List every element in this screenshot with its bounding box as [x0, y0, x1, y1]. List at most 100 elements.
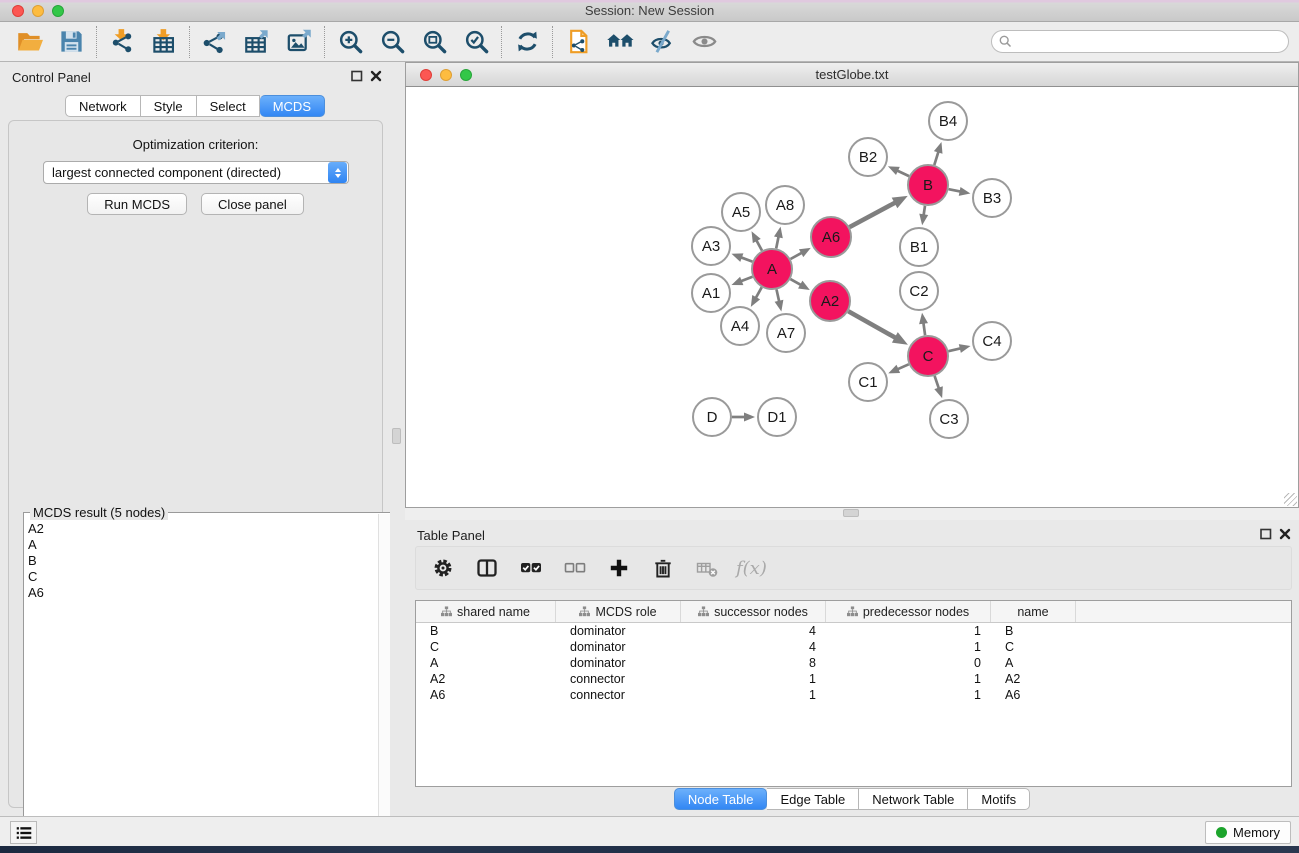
- zoom-out-button[interactable]: [371, 24, 413, 60]
- result-scrollbar[interactable]: [378, 514, 390, 853]
- node-D1[interactable]: D1: [758, 398, 796, 436]
- tab-network-table[interactable]: Network Table: [859, 788, 968, 810]
- node-C2[interactable]: C2: [900, 272, 938, 310]
- node-C1[interactable]: C1: [849, 363, 887, 401]
- vertical-splitter[interactable]: [390, 62, 405, 816]
- node-B1[interactable]: B1: [900, 228, 938, 266]
- node-A1[interactable]: A1: [692, 274, 730, 312]
- column-header-name[interactable]: name: [991, 601, 1076, 622]
- edge-A2-C[interactable]: [848, 311, 895, 338]
- network-from-file-button[interactable]: [557, 24, 599, 60]
- node-C[interactable]: C: [908, 336, 948, 376]
- close-panel-icon[interactable]: [370, 70, 382, 82]
- result-list-item[interactable]: C: [28, 569, 378, 585]
- result-list-item[interactable]: A6: [28, 585, 378, 601]
- tab-network[interactable]: Network: [65, 95, 141, 117]
- table-cell[interactable]: A6: [991, 688, 1076, 702]
- tab-select[interactable]: Select: [197, 95, 260, 117]
- edge-A-A6[interactable]: [791, 253, 803, 259]
- table-cell[interactable]: 1: [681, 688, 826, 702]
- table-cell[interactable]: A: [416, 656, 556, 670]
- tab-motifs[interactable]: Motifs: [968, 788, 1030, 810]
- node-B2[interactable]: B2: [849, 138, 887, 176]
- node-A2[interactable]: A2: [810, 281, 850, 321]
- edge-A-A7[interactable]: [777, 290, 780, 302]
- columns-button[interactable]: [472, 553, 502, 583]
- table-cell[interactable]: dominator: [556, 656, 681, 670]
- delete-column-button[interactable]: [648, 553, 678, 583]
- resize-corner-icon[interactable]: [1284, 493, 1297, 506]
- node-A3[interactable]: A3: [692, 227, 730, 265]
- zoom-in-button[interactable]: [329, 24, 371, 60]
- select-all-button[interactable]: [516, 553, 546, 583]
- home-button[interactable]: [599, 24, 641, 60]
- table-cell[interactable]: B: [416, 624, 556, 638]
- zoom-selected-button[interactable]: [455, 24, 497, 60]
- refresh-button[interactable]: [506, 24, 548, 60]
- node-C3[interactable]: C3: [930, 400, 968, 438]
- column-header-predecessor-nodes[interactable]: predecessor nodes: [826, 601, 991, 622]
- edge-A-A8[interactable]: [776, 236, 778, 248]
- run-mcds-button[interactable]: Run MCDS: [87, 193, 187, 215]
- export-network-button[interactable]: [194, 24, 236, 60]
- edge-A6-B[interactable]: [850, 203, 896, 228]
- node-A7[interactable]: A7: [767, 314, 805, 352]
- task-history-button[interactable]: [10, 821, 37, 844]
- edge-B-B3[interactable]: [949, 189, 961, 191]
- table-cell[interactable]: 4: [681, 624, 826, 638]
- import-network-button[interactable]: [101, 24, 143, 60]
- table-cell[interactable]: A: [991, 656, 1076, 670]
- edge-A-A5[interactable]: [756, 240, 762, 251]
- table-cell[interactable]: C: [416, 640, 556, 654]
- node-A8[interactable]: A8: [766, 186, 804, 224]
- table-cell[interactable]: 0: [826, 656, 991, 670]
- result-list-item[interactable]: A: [28, 537, 378, 553]
- edge-B-B4[interactable]: [934, 152, 938, 166]
- network-canvas[interactable]: A A1 A2 A3 A4 A5 A6 A7 A8 B B1 B2 B3 B4 …: [405, 87, 1299, 508]
- edge-B-B1[interactable]: [924, 206, 925, 216]
- table-cell[interactable]: A6: [416, 688, 556, 702]
- show-graphics-button[interactable]: [683, 24, 725, 60]
- table-cell[interactable]: 1: [681, 672, 826, 686]
- node-A6[interactable]: A6: [811, 217, 851, 257]
- hide-graphics-button[interactable]: [641, 24, 683, 60]
- table-cell[interactable]: connector: [556, 688, 681, 702]
- node-A5[interactable]: A5: [722, 193, 760, 231]
- result-list-item[interactable]: B: [28, 553, 378, 569]
- edge-C-C3[interactable]: [935, 376, 939, 389]
- vertical-splitter-grip[interactable]: [392, 428, 401, 444]
- table-cell[interactable]: 1: [826, 688, 991, 702]
- table-cell[interactable]: B: [991, 624, 1076, 638]
- memory-button[interactable]: Memory: [1205, 821, 1291, 844]
- edge-C-C4[interactable]: [948, 348, 960, 351]
- export-table-button[interactable]: [236, 24, 278, 60]
- node-D[interactable]: D: [693, 398, 731, 436]
- settings-button[interactable]: [428, 553, 458, 583]
- table-cell[interactable]: dominator: [556, 640, 681, 654]
- node-B[interactable]: B: [908, 165, 948, 205]
- node-A[interactable]: A: [752, 249, 792, 289]
- table-row[interactable]: Adominator80A: [416, 655, 1291, 671]
- network-window-titlebar[interactable]: testGlobe.txt: [405, 62, 1299, 87]
- table-cell[interactable]: 1: [826, 672, 991, 686]
- node-B4[interactable]: B4: [929, 102, 967, 140]
- edge-A-A2[interactable]: [790, 279, 801, 285]
- function-builder-button[interactable]: f(x): [736, 558, 767, 579]
- column-header-successor-nodes[interactable]: successor nodes: [681, 601, 826, 622]
- edge-A-A4[interactable]: [756, 287, 762, 298]
- import-table-button[interactable]: [143, 24, 185, 60]
- node-A4[interactable]: A4: [721, 307, 759, 345]
- table-cell[interactable]: A2: [991, 672, 1076, 686]
- horizontal-splitter[interactable]: [405, 508, 1299, 520]
- deselect-all-button[interactable]: [560, 553, 590, 583]
- table-cell[interactable]: dominator: [556, 624, 681, 638]
- table-row[interactable]: A2connector11A2: [416, 671, 1291, 687]
- table-cell[interactable]: A2: [416, 672, 556, 686]
- float-panel-icon[interactable]: [351, 70, 363, 82]
- horizontal-splitter-grip[interactable]: [843, 509, 859, 517]
- result-list-item[interactable]: A2: [28, 521, 378, 537]
- close-panel-button[interactable]: Close panel: [201, 193, 304, 215]
- table-row[interactable]: A6connector11A6: [416, 687, 1291, 703]
- column-header-MCDS-role[interactable]: MCDS role: [556, 601, 681, 622]
- float-table-panel-icon[interactable]: [1260, 528, 1272, 540]
